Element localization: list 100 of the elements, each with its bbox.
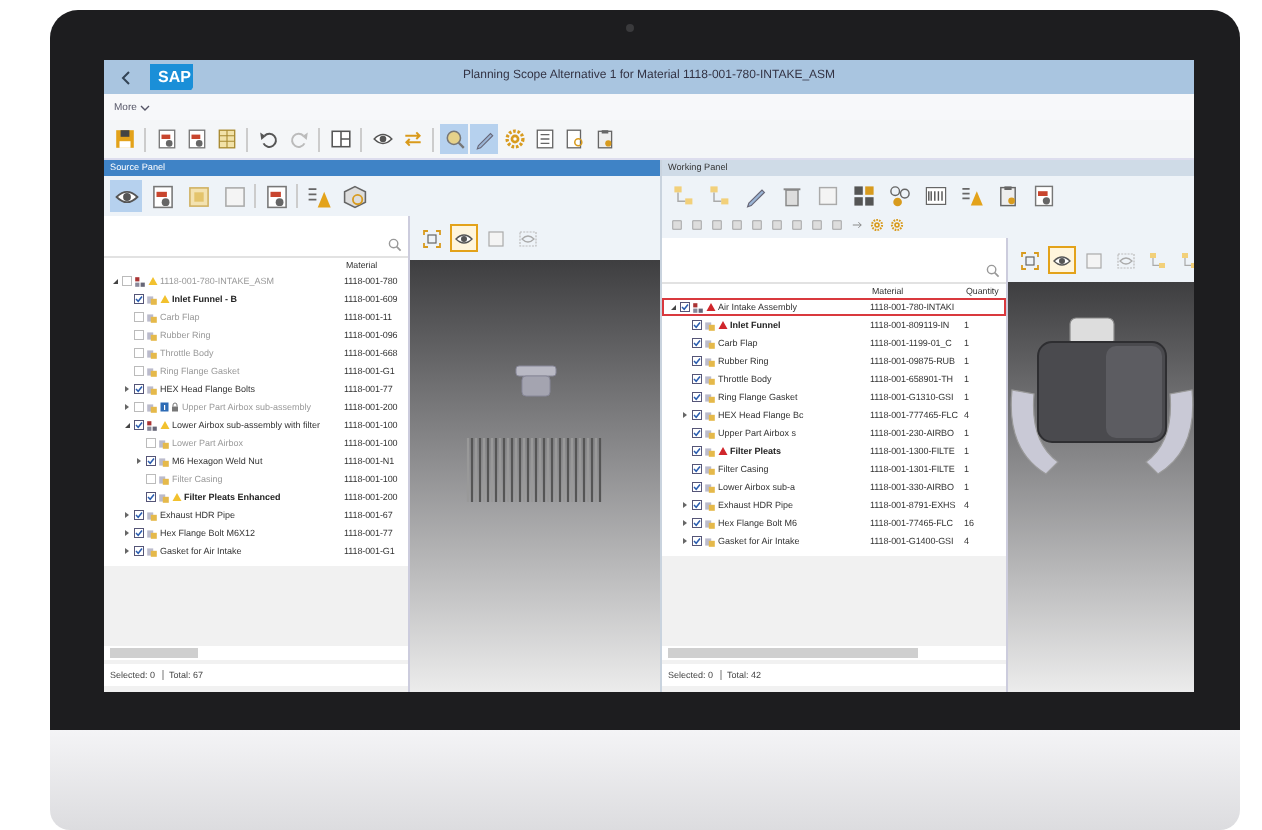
table-icon [215,128,237,150]
checkbox[interactable] [134,510,144,520]
viewer-button[interactable] [450,224,478,252]
checkbox[interactable] [146,492,156,502]
fit-frame-icon [1020,249,1040,271]
expand-icon[interactable] [680,518,690,528]
checkbox[interactable] [692,410,702,420]
checkbox[interactable] [146,474,156,484]
viewer-button[interactable] [1048,246,1076,274]
checkbox[interactable] [146,456,156,466]
document-icon [263,183,289,209]
checkbox[interactable] [692,338,702,348]
layout-icon [329,128,351,150]
document-icon [1032,184,1056,208]
checkbox[interactable] [134,402,144,412]
expand-icon[interactable] [122,384,132,394]
warning-icon [960,184,984,208]
checkbox[interactable] [134,420,144,430]
square-icon [221,183,247,209]
scrollbar[interactable] [104,646,408,660]
pencil-icon [744,184,768,208]
square-icon [730,218,744,232]
toolbar-button[interactable] [848,180,880,212]
assembly-icon [692,301,704,313]
search-icon [986,264,1000,278]
checkbox[interactable] [134,528,144,538]
collapse-icon[interactable] [668,302,678,312]
warning-icon [305,183,331,209]
square-icon [810,218,824,232]
checkbox[interactable] [692,320,702,330]
arrow-icon [850,218,864,232]
clipboard-icon [996,184,1020,208]
expand-icon[interactable] [122,528,132,538]
square-icon [816,184,840,208]
checkbox[interactable] [134,312,144,322]
checkbox[interactable] [692,374,702,384]
search-icon [388,238,402,252]
search-field[interactable] [104,216,408,258]
checkbox[interactable] [680,302,690,312]
trash-icon [780,184,804,208]
nodes-icon [888,184,912,208]
eye-icon [1116,249,1136,271]
checkbox[interactable] [692,392,702,402]
checkbox[interactable] [134,366,144,376]
hierarchy-icon [1148,249,1168,271]
checkbox[interactable] [134,294,144,304]
expand-icon[interactable] [122,510,132,520]
clipboard-icon [593,128,615,150]
checkbox[interactable] [692,518,702,528]
square-icon [185,183,211,209]
3d-viewer[interactable] [1008,282,1194,692]
checkbox[interactable] [692,464,702,474]
collapse-icon[interactable] [122,420,132,430]
cube-search-icon [341,183,367,209]
3d-viewer[interactable] [410,260,660,692]
barcode-icon [924,184,948,208]
checkbox[interactable] [692,482,702,492]
checkbox[interactable] [134,384,144,394]
checkbox[interactable] [134,546,144,556]
filter-model-drawing [465,436,605,504]
checkbox[interactable] [692,428,702,438]
hierarchy-icon [672,184,696,208]
checkbox[interactable] [134,348,144,358]
undo-icon [257,128,279,150]
expand-icon[interactable] [122,546,132,556]
expand-icon[interactable] [122,402,132,412]
checkbox[interactable] [692,536,702,546]
expand-icon[interactable] [134,456,144,466]
toolbar-button[interactable] [110,180,142,212]
checkbox[interactable] [134,330,144,340]
square-icon [690,218,704,232]
redo-icon [287,128,309,150]
chevron-down-icon [140,103,151,111]
expand-icon[interactable] [680,410,690,420]
back-icon[interactable] [116,67,136,87]
toolbar-button[interactable] [110,124,138,154]
checkbox[interactable] [146,438,156,448]
square-icon [486,227,506,249]
fit-frame-icon [422,227,442,249]
square-icon [790,218,804,232]
part-model-drawing [513,364,557,400]
scrollbar[interactable] [662,646,1006,660]
toolbar-button[interactable] [338,180,370,212]
list-icon [533,128,555,150]
magnifier-icon [443,128,465,150]
search-field[interactable] [662,238,1006,284]
collapse-icon[interactable] [110,276,120,286]
toolbar-button[interactable] [884,180,916,212]
checkbox[interactable] [692,356,702,366]
eye-icon [518,227,538,249]
hierarchy-icon [1180,249,1194,271]
square-icon [1084,249,1104,271]
checkbox[interactable] [122,276,132,286]
checkbox[interactable] [692,446,702,456]
checkbox[interactable] [692,500,702,510]
expand-icon[interactable] [680,536,690,546]
square-icon [770,218,784,232]
expand-icon[interactable] [680,500,690,510]
document-search-icon [563,128,585,150]
document-icon [155,128,177,150]
